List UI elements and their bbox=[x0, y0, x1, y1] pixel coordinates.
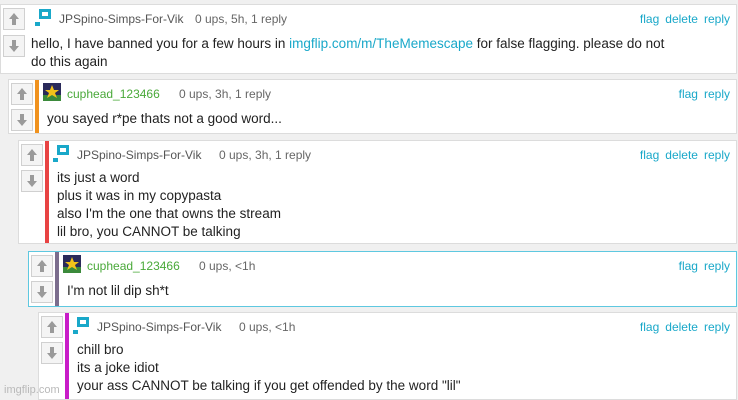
flag-link[interactable]: flag bbox=[679, 87, 698, 101]
reply-link[interactable]: reply bbox=[704, 12, 730, 26]
upvote-arrow-icon[interactable] bbox=[31, 255, 53, 277]
comment: cuphead_123466 0 ups, <1h flag reply I'm … bbox=[28, 251, 737, 307]
comment-text: you sayed r*pe thats not a good word... bbox=[47, 111, 282, 126]
comment-text: chill bro its a joke idiot your ass CANN… bbox=[77, 342, 461, 393]
upvote-arrow-icon[interactable] bbox=[41, 316, 63, 338]
reply-link[interactable]: reply bbox=[704, 87, 730, 101]
comment-meta: 0 ups, 3h, 1 reply bbox=[219, 148, 312, 162]
delete-link[interactable]: delete bbox=[665, 12, 698, 26]
comment: JPSpino-Simps-For-Vik 0 ups, <1h flag del… bbox=[38, 312, 737, 400]
username[interactable]: JPSpino-Simps-For-Vik bbox=[59, 12, 183, 26]
upvote-arrow-icon[interactable] bbox=[11, 83, 33, 105]
user-avatar[interactable] bbox=[73, 316, 91, 334]
thread-accent bbox=[45, 141, 49, 243]
comment: JPSpino-Simps-For-Vik 0 ups, 3h, 1 reply… bbox=[18, 140, 737, 244]
flag-link[interactable]: flag bbox=[679, 259, 698, 273]
upvote-arrow-icon[interactable] bbox=[21, 144, 43, 166]
comment-meta: 0 ups, <1h bbox=[199, 259, 256, 273]
flag-link[interactable]: flag bbox=[640, 12, 659, 26]
comment-text: its just a word plus it was in my copypa… bbox=[57, 170, 281, 239]
comment-text: hello, I have banned you for a few hours… bbox=[31, 36, 665, 69]
username[interactable]: cuphead_123466 bbox=[87, 259, 180, 273]
downvote-arrow-icon[interactable] bbox=[31, 281, 53, 303]
thread-accent bbox=[35, 80, 39, 133]
user-avatar[interactable] bbox=[63, 255, 81, 273]
stream-link[interactable]: imgflip.com/m/TheMemescape bbox=[289, 36, 473, 51]
upvote-arrow-icon[interactable] bbox=[3, 8, 25, 30]
username[interactable]: cuphead_123466 bbox=[67, 87, 160, 101]
comment: cuphead_123466 0 ups, 3h, 1 reply flag re… bbox=[8, 79, 737, 134]
reply-link[interactable]: reply bbox=[704, 320, 730, 334]
comment-meta: 0 ups, 3h, 1 reply bbox=[179, 87, 272, 101]
comment-meta: 0 ups, 5h, 1 reply bbox=[195, 12, 288, 26]
comment-text: I'm not lil dip sh*t bbox=[67, 283, 169, 298]
downvote-arrow-icon[interactable] bbox=[11, 109, 33, 131]
username[interactable]: JPSpino-Simps-For-Vik bbox=[97, 320, 221, 334]
delete-link[interactable]: delete bbox=[665, 320, 698, 334]
comment-meta: 0 ups, <1h bbox=[239, 320, 296, 334]
watermark: imgflip.com bbox=[4, 384, 60, 396]
thread-accent bbox=[65, 313, 69, 399]
downvote-arrow-icon[interactable] bbox=[21, 170, 43, 192]
flag-link[interactable]: flag bbox=[640, 320, 659, 334]
thread-accent bbox=[55, 252, 59, 306]
downvote-arrow-icon[interactable] bbox=[41, 342, 63, 364]
username[interactable]: JPSpino-Simps-For-Vik bbox=[77, 148, 201, 162]
user-avatar[interactable] bbox=[53, 144, 71, 162]
user-avatar[interactable] bbox=[35, 8, 53, 26]
reply-link[interactable]: reply bbox=[704, 259, 730, 273]
flag-link[interactable]: flag bbox=[640, 148, 659, 162]
downvote-arrow-icon[interactable] bbox=[3, 35, 25, 57]
reply-link[interactable]: reply bbox=[704, 148, 730, 162]
comment: JPSpino-Simps-For-Vik 0 ups, 5h, 1 reply… bbox=[0, 4, 737, 74]
user-avatar[interactable] bbox=[43, 83, 61, 101]
delete-link[interactable]: delete bbox=[665, 148, 698, 162]
